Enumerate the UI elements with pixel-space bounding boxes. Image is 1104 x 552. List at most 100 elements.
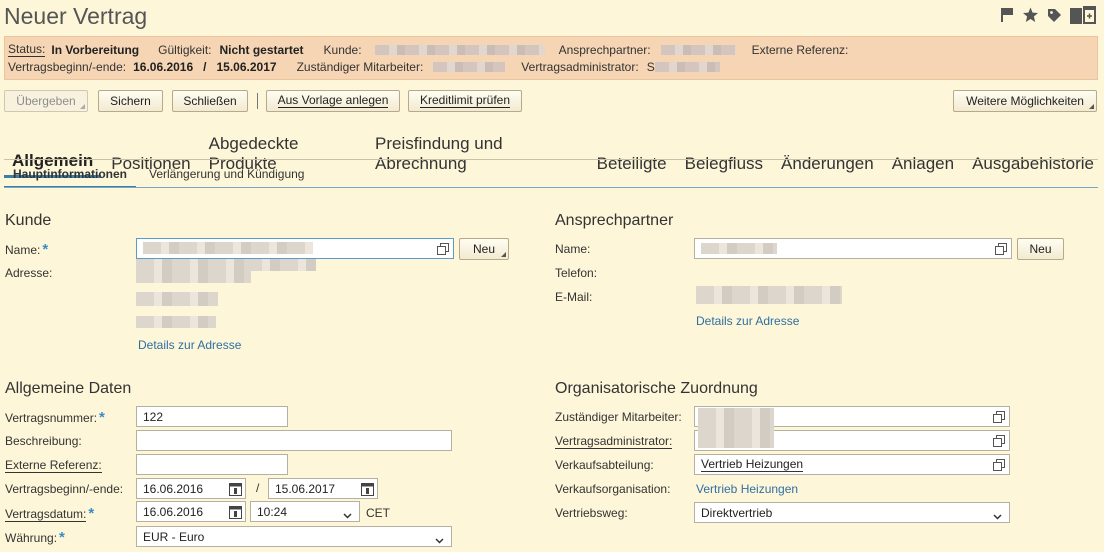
star-icon[interactable] <box>1022 7 1039 23</box>
customer-new-button[interactable]: Neu <box>459 238 509 260</box>
required-icon: * <box>88 505 95 522</box>
admin-field-label[interactable]: Vertragsadministrator: <box>555 434 673 449</box>
admin-prefix: S <box>646 60 655 74</box>
employee-admin-redacted <box>698 408 774 448</box>
admin-value-redacted <box>654 62 720 72</box>
tab-preisfindung[interactable]: Preisfindung und Abrechnung <box>367 134 587 178</box>
tab-divider <box>4 159 1098 160</box>
contract-date-label[interactable]: Vertragsdatum: <box>5 507 87 522</box>
period-label: Vertragsbeginn/-ende: <box>8 60 127 74</box>
chevron-down-icon <box>435 533 444 547</box>
value-help-icon[interactable] <box>993 411 1005 426</box>
credit-check-button-label: Kreditlimit prüfen <box>419 93 511 108</box>
chevron-down-icon <box>993 509 1002 523</box>
contact-new-button-label: Neu <box>1029 242 1052 256</box>
period-field-label: Vertragsbeginn/-ende: <box>5 482 124 496</box>
validity-label: Gültigkeit: <box>158 42 212 57</box>
flag-icon[interactable] <box>1000 7 1014 23</box>
required-icon: * <box>59 529 65 546</box>
customer-value-redacted <box>374 44 545 55</box>
contact-name-redacted <box>701 243 777 254</box>
submit-button-label: Übergeben <box>16 94 76 108</box>
validity-value: Nicht gestartet <box>219 42 304 57</box>
close-button-label: Schließen <box>183 94 237 108</box>
ext-ref-input[interactable] <box>136 454 288 475</box>
subtab-hauptinformationen[interactable]: Hauptinformationen <box>4 167 136 188</box>
more-options-button-label: Weitere Möglichkeiten <box>966 94 1084 108</box>
description-input[interactable] <box>136 430 452 451</box>
toolbar-divider <box>257 93 258 109</box>
employee-value-redacted <box>433 62 506 72</box>
required-icon: * <box>99 409 105 426</box>
customer-name-label: Name: <box>5 243 41 257</box>
start-date-value: 16.06.2016 <box>143 481 204 496</box>
calendar-icon[interactable] <box>229 482 242 499</box>
status-row-2: Vertragsbeginn/-ende: 16.06.2016 / 15.06… <box>8 60 720 74</box>
sub-tabs: Hauptinformationen Verlängerung und Künd… <box>4 167 317 188</box>
tab-anlagen[interactable]: Anlagen <box>884 154 962 178</box>
header-actions <box>1000 6 1096 24</box>
value-help-icon[interactable] <box>995 243 1007 258</box>
sales-org-link[interactable]: Vertrieb Heizungen <box>696 482 798 496</box>
end-date-input[interactable]: 15.06.2017 <box>268 478 378 499</box>
close-button[interactable]: Schließen <box>172 90 248 112</box>
page-title: Neuer Vertrag <box>4 3 148 29</box>
contract-date-input[interactable]: 16.06.2016 <box>136 501 246 522</box>
tag-icon[interactable] <box>1047 8 1062 23</box>
tab-belegfluss[interactable]: Belegfluss <box>677 154 771 178</box>
value-help-icon[interactable] <box>993 459 1005 474</box>
value-help-icon[interactable] <box>437 243 449 258</box>
customer-name-label-row: Name: * <box>5 241 48 258</box>
general-section-title: Allgemeine Daten <box>5 380 132 397</box>
sales-dept-input[interactable]: Vertrieb Heizungen <box>694 454 1010 475</box>
credit-check-button[interactable]: Kreditlimit prüfen <box>408 90 522 112</box>
contact-address-link[interactable]: Details zur Adresse <box>696 314 799 328</box>
admin-field-label-wrap: Vertragsadministrator: <box>555 434 673 449</box>
contact-email-label: E-Mail: <box>555 290 593 304</box>
contract-date-label-row: Vertragsdatum: * <box>5 505 94 522</box>
add-window-icon[interactable] <box>1070 6 1096 24</box>
contact-name-input[interactable] <box>694 238 1012 259</box>
submit-button[interactable]: Übergeben <box>4 90 88 112</box>
subtab-verlaengerung[interactable]: Verlängerung und Kündigung <box>140 167 313 188</box>
tab-beteiligte[interactable]: Beteiligte <box>589 154 675 178</box>
period-start: 16.06.2016 <box>133 60 194 74</box>
save-button-label: Sichern <box>110 94 151 108</box>
currency-select[interactable]: EUR - Euro <box>136 526 452 547</box>
ext-ref-field-label[interactable]: Externe Referenz: <box>5 458 102 473</box>
contact-section-title: Ansprechpartner <box>555 212 674 229</box>
timezone-label: CET <box>366 506 390 520</box>
customer-new-button-label: Neu <box>472 242 495 256</box>
currency-value: EUR - Euro <box>143 529 205 544</box>
start-date-input[interactable]: 16.06.2016 <box>136 478 246 499</box>
contract-time-value: 10:24 <box>257 504 288 519</box>
contact-new-button[interactable]: Neu <box>1017 238 1064 260</box>
customer-label: Kunde: <box>323 42 362 57</box>
customer-address-link[interactable]: Details zur Adresse <box>138 338 241 352</box>
customer-address-line-2 <box>136 269 251 283</box>
subtab-divider <box>4 187 1098 188</box>
calendar-icon[interactable] <box>229 505 242 522</box>
tab-aenderungen[interactable]: Änderungen <box>773 154 882 178</box>
contract-time-select[interactable]: 10:24 <box>250 501 360 522</box>
required-icon: * <box>42 241 49 258</box>
contact-label: Ansprechpartner: <box>558 42 651 57</box>
more-options-button[interactable]: Weitere Möglichkeiten <box>953 90 1097 112</box>
calendar-icon[interactable] <box>361 482 374 499</box>
status-label[interactable]: Status: <box>8 42 46 57</box>
ext-ref-label: Externe Referenz: <box>751 42 849 57</box>
channel-select[interactable]: Direktvertrieb <box>694 502 1010 523</box>
value-help-icon[interactable] <box>993 435 1005 450</box>
save-button[interactable]: Sichern <box>98 90 163 112</box>
contract-no-input[interactable]: 122 <box>136 406 288 427</box>
period-sep: / <box>203 60 207 74</box>
currency-label-row: Währung: * <box>5 529 65 546</box>
from-template-button[interactable]: Aus Vorlage anlegen <box>266 90 400 112</box>
customer-name-input[interactable] <box>136 238 454 259</box>
employee-label: Zuständiger Mitarbeiter: <box>296 60 424 74</box>
from-template-button-label: Aus Vorlage anlegen <box>277 93 389 108</box>
tab-ausgabehistorie[interactable]: Ausgabehistorie <box>964 154 1102 178</box>
customer-section-title: Kunde <box>5 212 52 229</box>
channel-value: Direktvertrieb <box>701 505 773 520</box>
channel-label: Vertriebsweg: <box>555 506 628 520</box>
